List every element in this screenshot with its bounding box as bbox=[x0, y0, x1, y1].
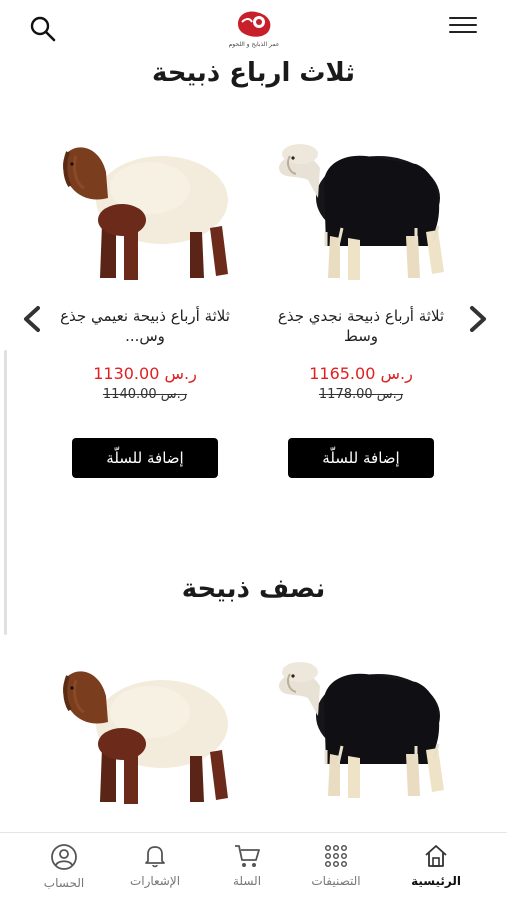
nav-label: الحساب bbox=[43, 876, 85, 890]
hamburger-menu-icon bbox=[449, 17, 477, 19]
logo-caption: عمر الذبايح و اللحوم bbox=[228, 41, 280, 48]
search-button[interactable] bbox=[28, 14, 58, 44]
cart-icon bbox=[235, 845, 260, 867]
product-price: 1130.00 ر.س bbox=[93, 364, 197, 383]
section-title: ثلاث ارباع ذبيحة bbox=[151, 58, 356, 88]
nav-item-cart[interactable]: السلة bbox=[202, 843, 292, 888]
home-icon bbox=[425, 845, 447, 867]
nav-item-notifications[interactable]: الإشعارات bbox=[110, 843, 200, 888]
bottom-navigation: الرئيسية التصنيفات السلة الإشعارات الحسا… bbox=[0, 832, 507, 900]
hamburger-line bbox=[449, 24, 477, 26]
nav-label: الإشعارات bbox=[129, 874, 181, 888]
hamburger-line bbox=[449, 31, 477, 33]
bell-icon bbox=[145, 846, 165, 868]
add-to-cart-button[interactable]: إضافة للسلّة bbox=[72, 438, 218, 478]
carousel-prev-arrow-icon[interactable] bbox=[20, 304, 44, 334]
product-card[interactable]: ثلاثة أرباع ذبيحة نجدي جذع وسط 1165.00 ر… bbox=[266, 128, 456, 478]
nav-label: السلة bbox=[232, 874, 262, 888]
product-old-price: 1140.00 ر.س bbox=[102, 387, 188, 402]
user-icon bbox=[51, 844, 77, 870]
product-name[interactable]: ثلاثة أرباع ذبيحة نجدي جذع وسط bbox=[266, 306, 456, 346]
brand-logo[interactable]: عمر الذبايح و اللحوم bbox=[225, 6, 283, 52]
product-name[interactable]: ثلاثة أرباع ذبيحة نعيمي جذع وس... bbox=[50, 306, 240, 346]
grid-icon bbox=[324, 844, 348, 868]
nav-item-home[interactable]: الرئيسية bbox=[391, 843, 481, 888]
section-title: نصف ذبيحة bbox=[181, 574, 326, 604]
nav-label: الرئيسية bbox=[411, 874, 461, 888]
product-image[interactable] bbox=[50, 128, 240, 288]
product-image[interactable] bbox=[50, 652, 240, 812]
nav-item-account[interactable]: الحساب bbox=[19, 843, 109, 890]
carousel-next-arrow-icon[interactable] bbox=[466, 304, 490, 334]
nav-item-categories[interactable]: التصنيفات bbox=[291, 843, 381, 888]
logo-icon bbox=[238, 11, 271, 37]
add-to-cart-button[interactable]: إضافة للسلّة bbox=[288, 438, 434, 478]
product-image[interactable] bbox=[266, 646, 456, 806]
product-old-price: 1178.00 ر.س bbox=[318, 387, 404, 402]
product-card[interactable]: ثلاثة أرباع ذبيحة نعيمي جذع وس... 1130.0… bbox=[50, 128, 240, 478]
product-image[interactable] bbox=[266, 128, 456, 288]
hamburger-menu-button[interactable] bbox=[449, 17, 477, 39]
product-price: 1165.00 ر.س bbox=[309, 364, 413, 383]
app-header: عمر الذبايح و اللحوم bbox=[0, 0, 507, 56]
nav-label: التصنيفات bbox=[311, 874, 361, 888]
search-icon bbox=[30, 16, 56, 42]
